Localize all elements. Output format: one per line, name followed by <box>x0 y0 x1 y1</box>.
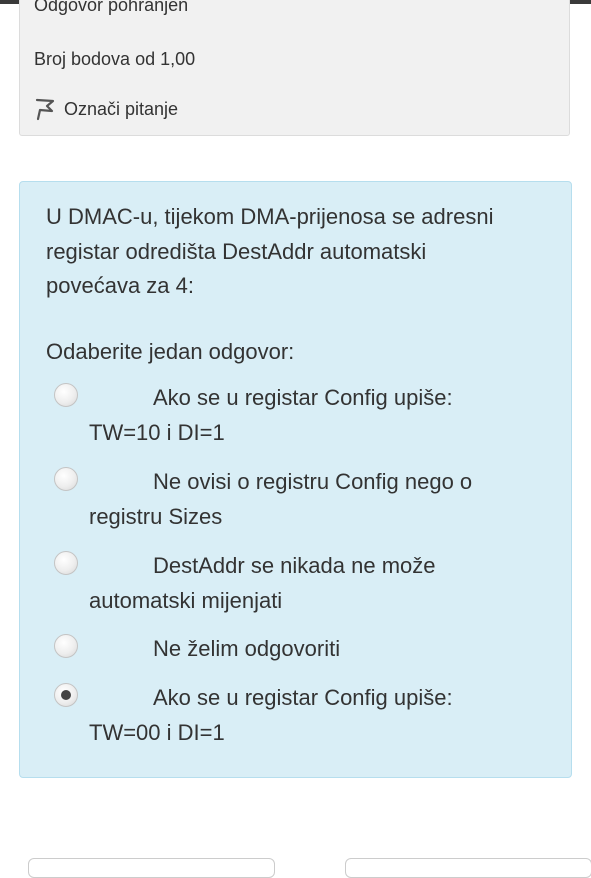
option-label: DestAddr se nikada ne može automatski mi… <box>89 553 436 613</box>
answer-option[interactable]: Ne ovisi o registru Config nego o regist… <box>54 464 524 534</box>
points-info: Broj bodova od 1,00 <box>34 49 196 69</box>
radio-button-checked[interactable] <box>54 683 78 707</box>
question-info-panel: Odgovor pohranjen Broj bodova od 1,00 Oz… <box>19 0 570 136</box>
flag-icon <box>35 98 55 121</box>
option-label: Ako se u registar Config upiše: TW=10 i … <box>89 385 453 445</box>
answer-option-selected[interactable]: Ako se u registar Config upiše: TW=00 i … <box>54 680 524 750</box>
answer-prompt: Odaberite jedan odgovor: <box>46 339 295 364</box>
flag-label: Označi pitanje <box>64 98 179 119</box>
radio-button[interactable] <box>54 551 78 575</box>
radio-button[interactable] <box>54 467 78 491</box>
option-label: Ne ovisi o registru Config nego o regist… <box>89 469 473 529</box>
answer-status: Odgovor pohranjen <box>34 0 189 15</box>
next-page-button[interactable] <box>345 858 591 878</box>
radio-button[interactable] <box>54 383 78 407</box>
previous-page-button[interactable] <box>28 858 275 878</box>
answer-option[interactable]: Ne želim odgovoriti <box>54 631 524 666</box>
answer-option[interactable]: DestAddr se nikada ne može automatski mi… <box>54 548 524 618</box>
radio-button[interactable] <box>54 634 78 658</box>
answer-option[interactable]: Ako se u registar Config upiše: TW=10 i … <box>54 380 524 450</box>
option-label: Ne želim odgovoriti <box>153 636 341 661</box>
question-text: U DMAC-u, tijekom DMA-prijenosa se adres… <box>46 204 494 298</box>
option-label: Ako se u registar Config upiše: TW=00 i … <box>89 685 453 745</box>
question-panel: U DMAC-u, tijekom DMA-prijenosa se adres… <box>19 181 572 778</box>
flag-question-link[interactable]: Označi pitanje <box>34 97 178 121</box>
